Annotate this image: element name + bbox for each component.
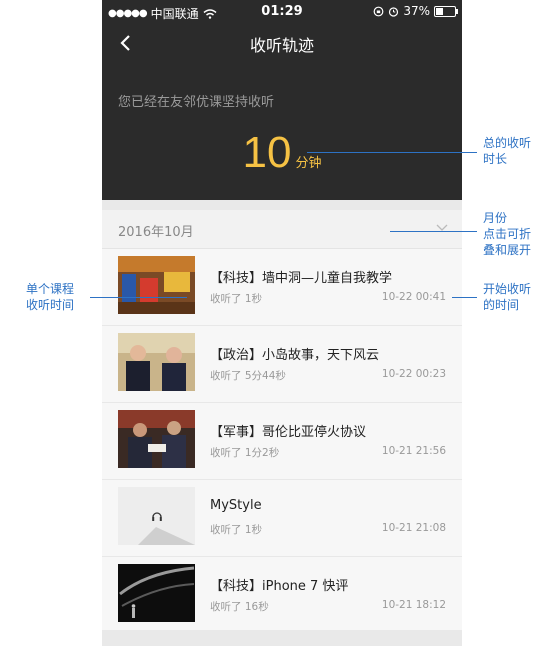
total-minutes: 10 分钟 bbox=[102, 128, 462, 178]
course-title: 【军事】哥伦比亚停火协议 bbox=[210, 425, 367, 440]
annotation-line: 时长 bbox=[483, 152, 508, 166]
battery-icon bbox=[434, 5, 458, 17]
nav-bar: 收听轨迹 bbox=[102, 28, 462, 58]
rotation-lock-icon bbox=[373, 6, 384, 16]
annotation-line: 的时间 bbox=[483, 298, 520, 312]
list-bottom bbox=[102, 630, 462, 646]
minutes-value: 10 bbox=[242, 128, 292, 177]
month-label: 2016年10月 bbox=[118, 225, 194, 240]
section-divider bbox=[102, 200, 462, 210]
start-time: 10-22 00:23 bbox=[381, 368, 446, 380]
annotation-line: 点击可折 bbox=[483, 227, 532, 241]
list-item[interactable]: MyStyle 收听了 1秒 10-21 21:08 bbox=[102, 480, 462, 557]
total-time-annotation: 总的收听 时长 bbox=[483, 135, 531, 167]
listened-duration: 收听了 5分44秒 bbox=[210, 370, 286, 382]
month-annotation: 月份 点击可折 叠和展开 bbox=[483, 210, 531, 258]
list-item[interactable]: 【科技】iPhone 7 快评 收听了 16秒 10-21 18:12 bbox=[102, 557, 462, 634]
start-time: 10-21 21:08 bbox=[381, 522, 446, 534]
annotation-line: 单个课程 bbox=[26, 282, 75, 296]
battery-percent: 37% bbox=[403, 4, 430, 18]
start-time: 10-22 00:41 bbox=[381, 291, 446, 303]
course-time-annotation: 单个课程 收听时间 bbox=[26, 281, 74, 313]
month-pointer bbox=[390, 231, 477, 232]
course-title: 【政治】小岛故事，天下风云 bbox=[210, 348, 380, 363]
course-thumbnail bbox=[118, 256, 195, 314]
month-header[interactable]: 2016年10月 bbox=[102, 210, 462, 249]
annotation-line: 收听时间 bbox=[26, 298, 75, 312]
start-time-annotation: 开始收听 的时间 bbox=[483, 281, 531, 313]
list-item[interactable]: 【科技】墙中洞—儿童自我教学 收听了 1秒 10-22 00:41 bbox=[102, 249, 462, 326]
status-bar: ●●●●● 中国联通 01:29 37% bbox=[102, 0, 462, 24]
start-time: 10-21 21:56 bbox=[381, 445, 446, 457]
course-thumbnail bbox=[118, 333, 195, 391]
listened-duration: 收听了 1秒 bbox=[210, 293, 263, 305]
listened-duration: 收听了 1分2秒 bbox=[210, 447, 280, 459]
history-list: 【科技】墙中洞—儿童自我教学 收听了 1秒 10-22 00:41 【政治】小岛… bbox=[102, 249, 462, 634]
course-thumbnail bbox=[118, 487, 195, 545]
persist-text: 您已经在友邻优课坚持收听 bbox=[118, 95, 275, 110]
page-title: 收听轨迹 bbox=[249, 36, 314, 55]
annotation-line: 月份 bbox=[483, 211, 508, 225]
start-time-pointer bbox=[452, 297, 477, 298]
course-thumbnail bbox=[118, 410, 195, 468]
course-title: 【科技】墙中洞—儿童自我教学 bbox=[210, 271, 393, 286]
annotation-line: 叠和展开 bbox=[483, 243, 532, 257]
listened-duration: 收听了 16秒 bbox=[210, 601, 269, 613]
list-item[interactable]: 【政治】小岛故事，天下风云 收听了 5分44秒 10-22 00:23 bbox=[102, 326, 462, 403]
course-title: 【科技】iPhone 7 快评 bbox=[210, 579, 349, 594]
course-title: MyStyle bbox=[210, 498, 262, 513]
total-time-pointer bbox=[307, 152, 477, 153]
start-time: 10-21 18:12 bbox=[381, 599, 446, 611]
list-item[interactable]: 【军事】哥伦比亚停火协议 收听了 1分2秒 10-21 21:56 bbox=[102, 403, 462, 480]
alarm-icon bbox=[389, 6, 399, 17]
course-time-pointer bbox=[90, 297, 187, 298]
listened-duration: 收听了 1秒 bbox=[210, 524, 263, 536]
annotation-line: 总的收听 bbox=[483, 136, 532, 150]
minutes-unit: 分钟 bbox=[295, 156, 322, 171]
annotation-line: 开始收听 bbox=[483, 282, 532, 296]
header-panel: ●●●●● 中国联通 01:29 37% 收听轨迹 您已经在友邻优课坚持收听 1… bbox=[102, 0, 462, 200]
phone-screen: ●●●●● 中国联通 01:29 37% 收听轨迹 您已经在友邻优课坚持收听 1… bbox=[102, 0, 462, 646]
course-thumbnail bbox=[118, 564, 195, 622]
status-right: 37% bbox=[373, 4, 458, 18]
